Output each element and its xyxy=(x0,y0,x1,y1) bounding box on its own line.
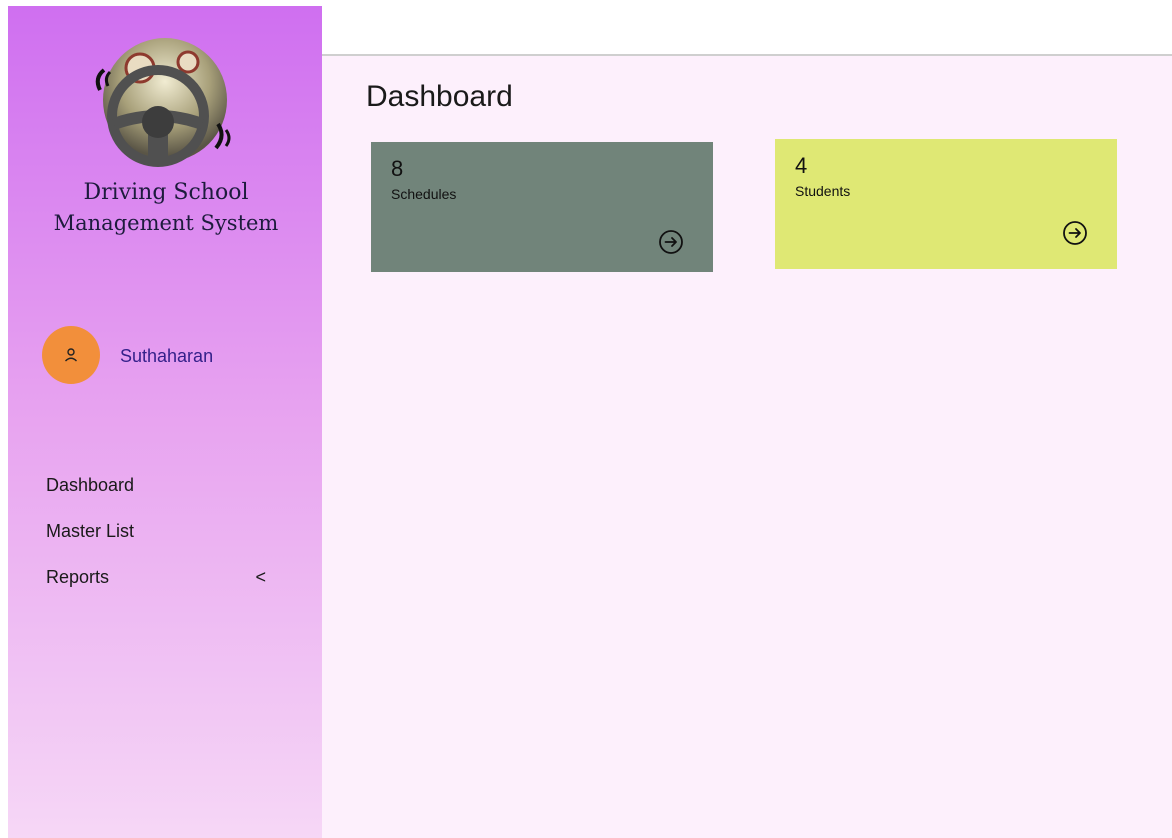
user-icon xyxy=(65,348,77,362)
arrow-right-circle-icon[interactable] xyxy=(1061,219,1089,247)
schedules-label: Schedules xyxy=(391,186,457,202)
app-title: Driving School Management System xyxy=(8,178,324,238)
sidebar: Driving School Management System Suthaha… xyxy=(8,6,322,838)
arrow-right-circle-icon[interactable] xyxy=(657,228,685,256)
page-title: Dashboard xyxy=(366,80,513,113)
sidebar-item-dashboard[interactable]: Dashboard xyxy=(46,462,276,508)
students-label: Students xyxy=(795,183,851,199)
steering-wheel-logo xyxy=(95,38,231,167)
avatar[interactable] xyxy=(42,326,100,384)
students-count: 4 xyxy=(795,153,808,178)
main-content: Dashboard 8 Schedules 4 Students xyxy=(322,56,1172,838)
sidebar-item-reports[interactable]: Reports < xyxy=(46,554,276,600)
app-title-line2: Management System xyxy=(53,211,279,235)
top-bar xyxy=(322,0,1172,56)
sidebar-item-label: Dashboard xyxy=(46,474,135,495)
chevron-left-icon: < xyxy=(255,566,266,587)
sidebar-item-label: Master List xyxy=(46,520,135,541)
schedules-card[interactable]: 8 Schedules xyxy=(371,142,713,272)
sidebar-nav: Dashboard Master List Reports < xyxy=(46,462,276,600)
schedules-count: 8 xyxy=(391,156,404,181)
students-card[interactable]: 4 Students xyxy=(775,139,1117,269)
username[interactable]: Suthaharan xyxy=(120,346,213,367)
app-title-line1: Driving School xyxy=(83,180,249,205)
sidebar-item-master-list[interactable]: Master List xyxy=(46,508,276,554)
sidebar-item-label: Reports xyxy=(46,566,110,587)
